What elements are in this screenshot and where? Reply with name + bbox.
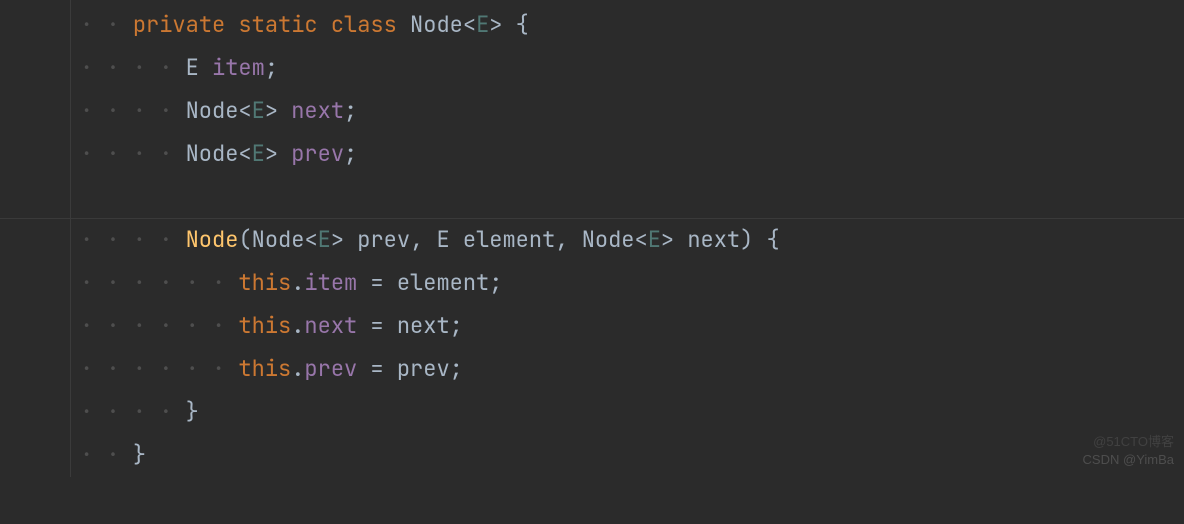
- gutter: [0, 0, 71, 477]
- generic-e: E: [476, 10, 489, 39]
- code-line: · · · · Node<E> next;: [80, 90, 1184, 133]
- var-next: next: [397, 311, 450, 340]
- op-eq: =: [357, 354, 397, 383]
- type-e: E: [186, 53, 199, 82]
- brace-open: {: [767, 225, 780, 254]
- indent: · · · ·: [80, 225, 186, 254]
- keyword-this: this: [238, 268, 291, 297]
- param-prev: prev: [357, 225, 410, 254]
- op-eq: =: [357, 311, 397, 340]
- angle-close: >: [331, 225, 344, 254]
- indent: · · · · · ·: [80, 354, 238, 383]
- angle-open: <: [463, 10, 476, 39]
- space: [397, 10, 410, 39]
- indent: · · · · · ·: [80, 268, 238, 297]
- semicolon: ;: [344, 139, 357, 168]
- semicolon: ;: [344, 96, 357, 125]
- space: [225, 10, 238, 39]
- dot: .: [291, 268, 304, 297]
- code-line: · · · · Node<E> prev;: [80, 133, 1184, 176]
- var-prev: prev: [397, 354, 450, 383]
- keyword-this: this: [238, 354, 291, 383]
- indent: · · · ·: [80, 139, 186, 168]
- code-line: · · }: [80, 434, 1184, 477]
- space: [450, 225, 463, 254]
- type-node: Node: [410, 10, 463, 39]
- generic-e: E: [648, 225, 661, 254]
- generic-e: E: [318, 225, 331, 254]
- indent: · · · ·: [80, 53, 186, 82]
- angle-close: >: [265, 139, 278, 168]
- space: [502, 10, 515, 39]
- var-element: element: [397, 268, 489, 297]
- keyword-class: class: [331, 10, 397, 39]
- indent: · · · ·: [80, 96, 186, 125]
- indent: · ·: [80, 10, 133, 39]
- code-editor[interactable]: · · private static class Node<E> { · · ·…: [0, 0, 1184, 477]
- field-next: next: [291, 96, 344, 125]
- keyword-this: this: [238, 311, 291, 340]
- type-e: E: [436, 225, 449, 254]
- dot: .: [291, 311, 304, 340]
- code-block: · · · · Node(Node<E> prev, E element, No…: [0, 219, 1184, 476]
- comma: ,: [410, 225, 436, 254]
- code-line-blank: [80, 176, 1184, 219]
- angle-open: <: [238, 139, 251, 168]
- indent: · ·: [80, 440, 133, 469]
- angle-close: >: [265, 96, 278, 125]
- code-line: · · · · · · this.item = element;: [80, 262, 1184, 305]
- indent: · · · ·: [80, 397, 186, 426]
- angle-open: <: [304, 225, 317, 254]
- type-node: Node: [186, 139, 239, 168]
- semicolon: ;: [265, 53, 278, 82]
- keyword-static: static: [238, 10, 317, 39]
- code-line: · · · · · · this.prev = prev;: [80, 348, 1184, 391]
- brace-close: }: [186, 397, 199, 426]
- angle-open: <: [238, 96, 251, 125]
- param-element: element: [463, 225, 555, 254]
- constructor-name: Node: [186, 225, 239, 254]
- type-node: Node: [186, 96, 239, 125]
- keyword-private: private: [133, 10, 225, 39]
- code-line: · · · · }: [80, 391, 1184, 434]
- paren-close: ): [740, 225, 753, 254]
- code-line: · · · · E item;: [80, 47, 1184, 90]
- space: [278, 96, 291, 125]
- semicolon: ;: [489, 268, 502, 297]
- code-line: · · private static class Node<E> {: [80, 4, 1184, 47]
- dot: .: [291, 354, 304, 383]
- semicolon: ;: [450, 311, 463, 340]
- watermark-bottom: CSDN @YimBa: [1083, 447, 1174, 472]
- semicolon: ;: [450, 354, 463, 383]
- space: [674, 225, 687, 254]
- angle-close: >: [661, 225, 674, 254]
- angle-open: <: [635, 225, 648, 254]
- field-prev: prev: [304, 354, 357, 383]
- paren-open: (: [238, 225, 251, 254]
- code-line: · · · · · · this.next = next;: [80, 305, 1184, 348]
- param-next: next: [687, 225, 740, 254]
- type-node: Node: [582, 225, 635, 254]
- generic-e: E: [252, 96, 265, 125]
- space: [199, 53, 212, 82]
- space: [318, 10, 331, 39]
- space: [344, 225, 357, 254]
- comma: ,: [555, 225, 581, 254]
- generic-e: E: [252, 139, 265, 168]
- field-prev: prev: [291, 139, 344, 168]
- brace-open: {: [516, 10, 529, 39]
- code-line: · · · · Node(Node<E> prev, E element, No…: [80, 219, 1184, 262]
- type-node: Node: [252, 225, 305, 254]
- field-next: next: [304, 311, 357, 340]
- field-item: item: [212, 53, 265, 82]
- space: [278, 139, 291, 168]
- angle-close: >: [489, 10, 502, 39]
- space: [753, 225, 766, 254]
- field-item: item: [304, 268, 357, 297]
- code-block: · · private static class Node<E> { · · ·…: [0, 4, 1184, 218]
- op-eq: =: [357, 268, 397, 297]
- indent: · · · · · ·: [80, 311, 238, 340]
- brace-close: }: [133, 440, 146, 469]
